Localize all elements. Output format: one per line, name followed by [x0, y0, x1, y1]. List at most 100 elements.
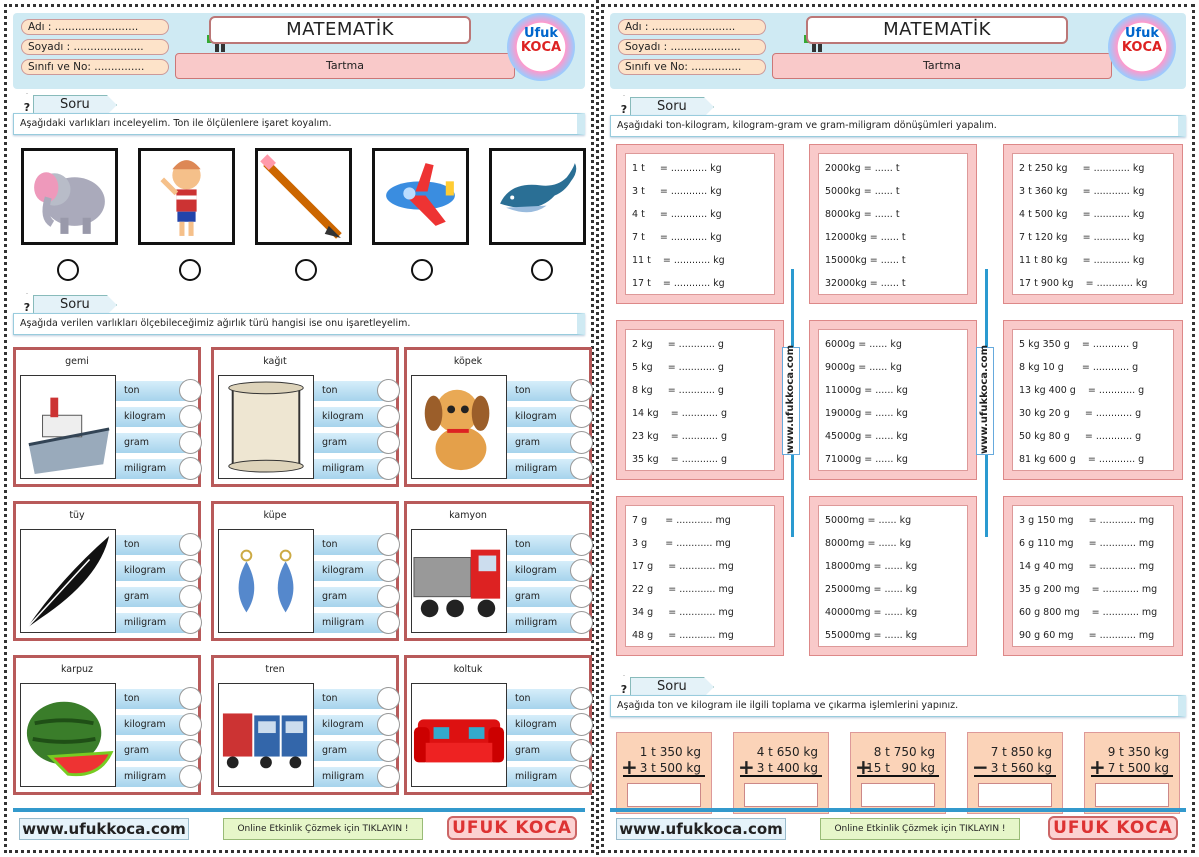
option-circle[interactable]	[570, 379, 593, 402]
answer-circle-whale[interactable]	[531, 259, 553, 281]
option-miligram[interactable]: miligram	[116, 765, 202, 788]
conversion-row[interactable]: 55000mg = ...... kg	[825, 624, 961, 647]
option-circle[interactable]	[570, 533, 593, 556]
option-ton[interactable]: ton	[314, 379, 400, 402]
option-circle[interactable]	[179, 713, 202, 736]
conversion-row[interactable]: 34 g = ............ mg	[632, 601, 768, 624]
conversion-row[interactable]: 14 g 40 mg = ............ mg	[1019, 555, 1167, 578]
option-gram[interactable]: gram	[507, 585, 593, 608]
option-ton[interactable]: ton	[116, 687, 202, 710]
option-kilogram[interactable]: kilogram	[314, 405, 400, 428]
option-miligram[interactable]: miligram	[507, 765, 593, 788]
name-field[interactable]: Adı : .........................	[618, 19, 766, 35]
conversion-row[interactable]: 60 g 800 mg = ............ mg	[1019, 601, 1167, 624]
option-circle[interactable]	[377, 457, 400, 480]
option-circle[interactable]	[377, 739, 400, 762]
option-kilogram[interactable]: kilogram	[116, 713, 202, 736]
option-circle[interactable]	[179, 559, 202, 582]
option-circle[interactable]	[179, 457, 202, 480]
option-ton[interactable]: ton	[507, 379, 593, 402]
option-circle[interactable]	[570, 739, 593, 762]
option-gram[interactable]: gram	[314, 739, 400, 762]
option-kilogram[interactable]: kilogram	[507, 559, 593, 582]
option-circle[interactable]	[377, 405, 400, 428]
website-link[interactable]: www.ufukkoca.com	[616, 818, 786, 840]
online-activity-button[interactable]: Online Etkinlik Çözmek için TIKLAYIN !	[223, 818, 423, 840]
option-kilogram[interactable]: kilogram	[116, 405, 202, 428]
conversion-row[interactable]: 13 kg 400 g = ............ g	[1019, 379, 1167, 402]
option-miligram[interactable]: miligram	[507, 611, 593, 634]
option-kilogram[interactable]: kilogram	[116, 559, 202, 582]
conversion-row[interactable]: 32000kg = ...... t	[825, 272, 961, 295]
surname-field[interactable]: Soyadı : .....................	[618, 39, 766, 55]
conversion-row[interactable]: 17 t = ............ kg	[632, 272, 768, 295]
conversion-row[interactable]: 4 t 500 kg = ............ kg	[1019, 203, 1167, 226]
conversion-row[interactable]: 12000kg = ...... t	[825, 226, 961, 249]
option-circle[interactable]	[570, 431, 593, 454]
option-circle[interactable]	[377, 713, 400, 736]
option-circle[interactable]	[570, 713, 593, 736]
option-ton[interactable]: ton	[116, 533, 202, 556]
option-circle[interactable]	[179, 405, 202, 428]
option-circle[interactable]	[570, 611, 593, 634]
conversion-row[interactable]: 5000mg = ...... kg	[825, 509, 961, 532]
option-circle[interactable]	[179, 739, 202, 762]
conversion-row[interactable]: 19000g = ...... kg	[825, 402, 961, 425]
option-gram[interactable]: gram	[116, 431, 202, 454]
name-field[interactable]: Adı : .........................	[21, 19, 169, 35]
conversion-row[interactable]: 7 t = ............ kg	[632, 226, 768, 249]
conversion-row[interactable]: 8 kg = ............ g	[632, 379, 768, 402]
conversion-row[interactable]: 40000mg = ...... kg	[825, 601, 961, 624]
conversion-row[interactable]: 8 kg 10 g = ............ g	[1019, 356, 1167, 379]
conversion-row[interactable]: 23 kg = ............ g	[632, 425, 768, 448]
answer-circle-elephant[interactable]	[57, 259, 79, 281]
conversion-row[interactable]: 48 g = ............ mg	[632, 624, 768, 647]
online-activity-button[interactable]: Online Etkinlik Çözmek için TIKLAYIN !	[820, 818, 1020, 840]
conversion-row[interactable]: 3 g = ............ mg	[632, 532, 768, 555]
conversion-row[interactable]: 35 g 200 mg = ............ mg	[1019, 578, 1167, 601]
conversion-row[interactable]: 22 g = ............ mg	[632, 578, 768, 601]
option-circle[interactable]	[179, 765, 202, 788]
conversion-row[interactable]: 5000kg = ...... t	[825, 180, 961, 203]
conversion-row[interactable]: 2 t 250 kg = ............ kg	[1019, 157, 1167, 180]
conversion-row[interactable]: 11 t 80 kg = ............ kg	[1019, 249, 1167, 272]
conversion-row[interactable]: 9000g = ...... kg	[825, 356, 961, 379]
option-circle[interactable]	[179, 687, 202, 710]
conversion-row[interactable]: 2 kg = ............ g	[632, 333, 768, 356]
conversion-row[interactable]: 3 t 360 kg = ............ kg	[1019, 180, 1167, 203]
conversion-row[interactable]: 18000mg = ...... kg	[825, 555, 961, 578]
conversion-row[interactable]: 3 t = ............ kg	[632, 180, 768, 203]
conversion-row[interactable]: 5 kg 350 g = ............ g	[1019, 333, 1167, 356]
answer-circle-boy[interactable]	[179, 259, 201, 281]
class-field[interactable]: Sınıfı ve No: ...............	[618, 59, 766, 75]
option-circle[interactable]	[377, 765, 400, 788]
class-field[interactable]: Sınıfı ve No: ...............	[21, 59, 169, 75]
conversion-row[interactable]: 2000kg = ...... t	[825, 157, 961, 180]
option-ton[interactable]: ton	[507, 687, 593, 710]
option-circle[interactable]	[570, 559, 593, 582]
option-circle[interactable]	[179, 611, 202, 634]
option-gram[interactable]: gram	[314, 585, 400, 608]
conversion-row[interactable]: 6000g = ...... kg	[825, 333, 961, 356]
conversion-row[interactable]: 81 kg 600 g = ............ g	[1019, 448, 1167, 471]
conversion-row[interactable]: 15000kg = ...... t	[825, 249, 961, 272]
option-circle[interactable]	[377, 687, 400, 710]
option-miligram[interactable]: miligram	[116, 457, 202, 480]
conversion-row[interactable]: 1 t = ............ kg	[632, 157, 768, 180]
conversion-row[interactable]: 35 kg = ............ g	[632, 448, 768, 471]
option-ton[interactable]: ton	[507, 533, 593, 556]
option-ton[interactable]: ton	[314, 687, 400, 710]
conversion-row[interactable]: 14 kg = ............ g	[632, 402, 768, 425]
conversion-row[interactable]: 17 t 900 kg = ............ kg	[1019, 272, 1167, 295]
option-circle[interactable]	[377, 533, 400, 556]
option-kilogram[interactable]: kilogram	[507, 405, 593, 428]
option-circle[interactable]	[179, 431, 202, 454]
option-circle[interactable]	[570, 405, 593, 428]
conversion-row[interactable]: 8000mg = ...... kg	[825, 532, 961, 555]
option-circle[interactable]	[570, 457, 593, 480]
surname-field[interactable]: Soyadı : .....................	[21, 39, 169, 55]
option-gram[interactable]: gram	[507, 739, 593, 762]
option-miligram[interactable]: miligram	[314, 611, 400, 634]
option-circle[interactable]	[179, 379, 202, 402]
conversion-row[interactable]: 30 kg 20 g = ............ g	[1019, 402, 1167, 425]
